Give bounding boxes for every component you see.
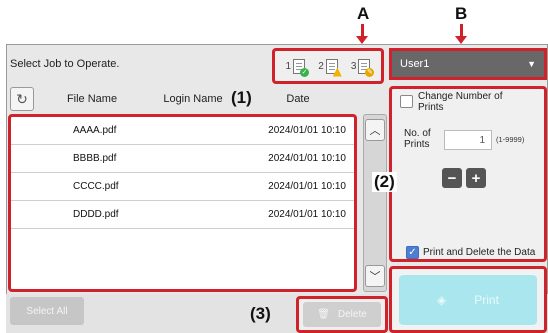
job-date: 2024/01/01 10:10 [268, 125, 346, 136]
column-file-name[interactable]: File Name [46, 93, 138, 105]
print-icon: ◈ [437, 293, 447, 307]
job-file-name: BBBB.pdf [73, 153, 117, 164]
job-file-name: DDDD.pdf [73, 209, 119, 220]
column-date[interactable]: Date [248, 93, 348, 105]
document-icon: ✎ [358, 58, 375, 77]
document-icon [325, 58, 342, 77]
refresh-icon: ↻ [16, 90, 28, 107]
no-of-prints-label: No. of Prints [404, 128, 431, 150]
change-number-checkbox[interactable] [400, 95, 413, 108]
job-list: AAAA.pdf 2024/01/01 10:10 BBBB.pdf 2024/… [8, 114, 357, 292]
user-select-value: User1 [400, 58, 430, 70]
job-status-icons[interactable]: 1 ✓ 2 3 ✎ [272, 48, 384, 84]
job-count-number: 3 [350, 60, 357, 72]
table-row[interactable]: BBBB.pdf 2024/01/01 10:10 [11, 145, 354, 173]
callout-2: (2) [372, 172, 397, 192]
check-icon: ✓ [300, 67, 310, 77]
print-and-delete-label: Print and Delete the Data [423, 247, 536, 258]
callout-a-arrow [356, 24, 368, 44]
change-number-label: Change Number of Prints [418, 91, 503, 113]
warning-icon [332, 67, 342, 77]
job-count-number: 2 [318, 60, 324, 72]
print-label: Print [474, 293, 499, 307]
job-count-completed[interactable]: 1 ✓ [285, 58, 310, 77]
delete-label: Delete [337, 309, 367, 320]
select-all-button[interactable]: Select All [10, 297, 84, 325]
table-row[interactable]: DDDD.pdf 2024/01/01 10:10 [11, 201, 354, 229]
job-date: 2024/01/01 10:10 [268, 181, 346, 192]
chevron-down-icon: ▼ [527, 59, 536, 69]
delete-button[interactable]: 🗑 Delete [303, 302, 381, 327]
job-date: 2024/01/01 10:10 [268, 209, 346, 220]
chevron-up-icon: ︿ [369, 125, 381, 137]
trash-icon: 🗑 [317, 309, 330, 320]
scroll-down-button[interactable]: ﹀ [365, 265, 385, 287]
check-icon: ✓ [408, 247, 417, 258]
job-file-name: CCCC.pdf [73, 181, 119, 192]
pencil-icon: ✎ [365, 67, 375, 77]
instruction-text: Select Job to Operate. [10, 58, 120, 70]
callout-b: B [455, 4, 468, 23]
decrement-button[interactable]: − [442, 168, 462, 188]
callout-3: (3) [250, 304, 271, 323]
job-file-name: AAAA.pdf [73, 125, 117, 136]
list-header: ↻ File Name Login Name Date [10, 86, 356, 112]
table-row[interactable]: CCCC.pdf 2024/01/01 10:10 [11, 173, 354, 201]
prints-range: (1-9999) [496, 135, 525, 144]
callout-1: (1) [231, 88, 252, 107]
document-icon: ✓ [293, 58, 310, 77]
refresh-button[interactable]: ↻ [10, 87, 34, 111]
delete-highlight: 🗑 Delete [296, 296, 388, 333]
user-select[interactable]: User1 ▼ [389, 48, 547, 80]
print-and-delete-checkbox[interactable]: ✓ [406, 246, 419, 259]
table-row[interactable]: AAAA.pdf 2024/01/01 10:10 [11, 117, 354, 145]
print-settings: Change Number of Prints No. of Prints 1 … [389, 86, 547, 262]
callout-a: A [357, 4, 370, 23]
chevron-down-icon: ﹀ [369, 271, 381, 283]
callout-b-arrow [455, 24, 467, 44]
job-list-scrollbar[interactable]: ︿ ﹀ [363, 114, 387, 292]
print-button[interactable]: ◈ Print [399, 275, 537, 325]
minus-icon: − [447, 169, 457, 187]
prints-input[interactable]: 1 [444, 130, 492, 150]
job-count-edit[interactable]: 3 ✎ [350, 58, 375, 77]
job-count-warning[interactable]: 2 [318, 58, 342, 77]
plus-icon: + [471, 169, 481, 187]
job-date: 2024/01/01 10:10 [268, 153, 346, 164]
job-count-number: 1 [285, 60, 292, 72]
print-highlight: ◈ Print [389, 266, 547, 333]
scroll-up-button[interactable]: ︿ [365, 119, 385, 141]
increment-button[interactable]: + [466, 168, 486, 188]
